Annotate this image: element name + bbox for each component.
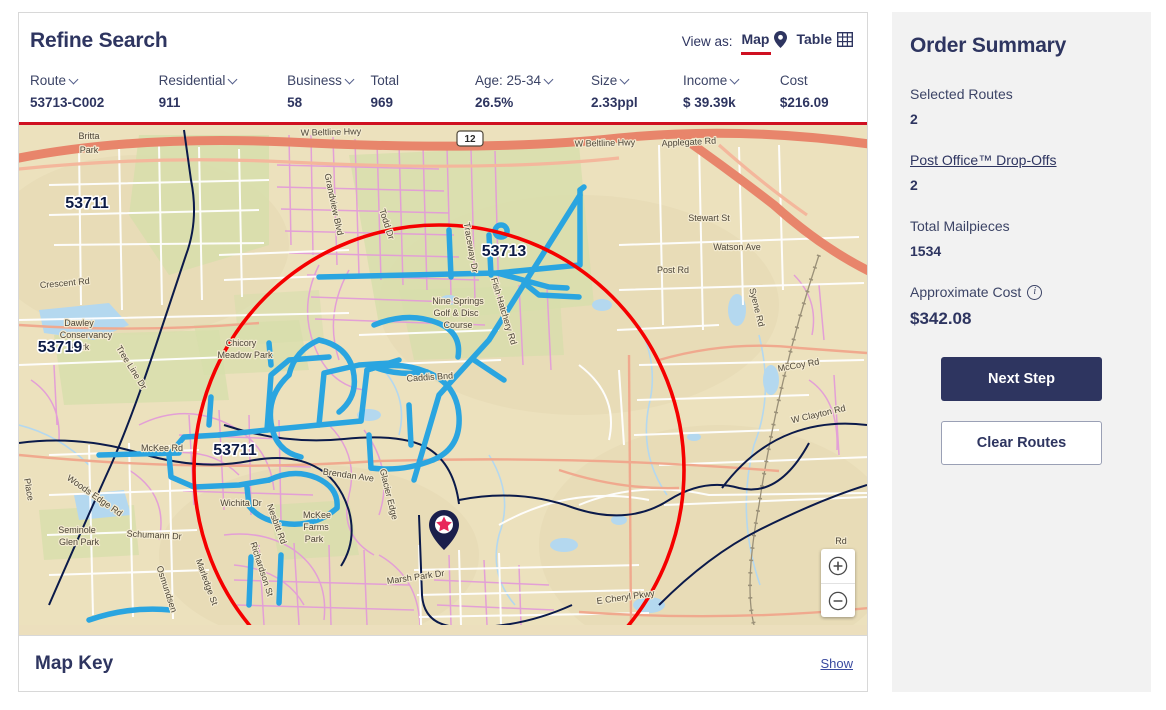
- summary-row-approximate-cost: Approximate Cost i $342.08: [910, 284, 1133, 329]
- minus-circle-icon: [828, 591, 848, 610]
- filter-route-text: Route: [30, 73, 67, 88]
- filter-route-value: 53713-C002: [30, 95, 105, 110]
- tab-table-label: Table: [796, 31, 832, 47]
- filter-residential-label: Residential: [159, 72, 274, 90]
- chevron-down-icon: [621, 76, 630, 85]
- filter-route-label: Route: [30, 72, 145, 90]
- filter-total-text: Total: [370, 73, 400, 88]
- chevron-down-icon: [545, 76, 554, 85]
- filter-total-label: Total: [370, 72, 461, 90]
- map-zoom-controls: [821, 549, 855, 617]
- zoom-out-button[interactable]: [821, 583, 855, 617]
- route-map[interactable]: .rl { font-family:"Liberation Sans", san…: [19, 125, 867, 635]
- view-as-label: View as:: [681, 33, 733, 49]
- total-mailpieces-label: Total Mailpieces: [910, 218, 1010, 234]
- filter-income-text: Income: [683, 73, 728, 88]
- filter-bar: Route 53713-C002 Residential 911 Busines…: [19, 69, 867, 125]
- filter-size-value: 2.33ppl: [591, 95, 638, 110]
- post-office-dropoffs-value: 2: [910, 177, 918, 193]
- filter-business-text: Business: [287, 73, 342, 88]
- map-canvas[interactable]: .rl { font-family:"Liberation Sans", san…: [19, 125, 867, 625]
- refine-search-card: Refine Search View as: Map Table Route 5…: [18, 12, 868, 692]
- filter-age-text: Age: 25-34: [474, 73, 542, 88]
- zoom-in-button[interactable]: [821, 549, 855, 583]
- filter-income-label: Income: [683, 72, 766, 90]
- chevron-down-icon: [229, 76, 238, 85]
- filter-size-text: Size: [591, 73, 618, 88]
- filter-residential-text: Residential: [158, 73, 226, 88]
- filter-business[interactable]: Business 58: [287, 72, 370, 112]
- view-as-switcher: View as: Map Table: [681, 30, 853, 55]
- plus-circle-icon: [828, 556, 848, 576]
- map-pin-icon: [774, 30, 788, 48]
- tab-table[interactable]: Table: [796, 31, 853, 51]
- order-summary-title: Order Summary: [910, 34, 1067, 57]
- filter-business-label: Business: [287, 72, 356, 90]
- selected-routes-label: Selected Routes: [910, 86, 1013, 102]
- filter-total: Total 969: [370, 72, 475, 112]
- svg-text:12: 12: [464, 134, 476, 145]
- filter-cost-value: $216.09: [779, 95, 829, 110]
- filter-residential[interactable]: Residential 911: [159, 72, 288, 112]
- approximate-cost-text: Approximate Cost: [910, 284, 1022, 300]
- filter-cost-label: Cost: [780, 72, 853, 90]
- selected-routes-value: 2: [910, 111, 918, 127]
- refine-search-column: Refine Search View as: Map Table Route 5…: [0, 0, 870, 710]
- next-step-button[interactable]: Next Step: [941, 357, 1102, 401]
- map-key-bar: Map Key Show: [19, 635, 867, 691]
- summary-row-drop-offs: Post Office™ Drop-Offs 2: [910, 152, 1133, 193]
- summary-row-total-mailpieces: Total Mailpieces 1534: [910, 218, 1133, 259]
- chevron-down-icon: [346, 76, 355, 85]
- order-summary-column: Order Summary Selected Routes 2 Post Off…: [870, 0, 1166, 710]
- order-summary-panel: Order Summary Selected Routes 2 Post Off…: [892, 12, 1151, 692]
- filter-business-value: 58: [287, 95, 303, 110]
- info-icon[interactable]: i: [1027, 284, 1043, 300]
- total-mailpieces-value: 1534: [910, 243, 942, 259]
- filter-age-value: 26.5%: [474, 95, 514, 110]
- map-pin-star-icon[interactable]: [429, 510, 459, 550]
- approximate-cost-value: $342.08: [910, 309, 972, 328]
- filter-size-label: Size: [591, 72, 669, 90]
- approximate-cost-label: Approximate Cost i: [910, 284, 1133, 300]
- tab-map[interactable]: Map: [741, 30, 788, 55]
- page-title: Refine Search: [30, 29, 168, 52]
- summary-row-selected-routes: Selected Routes 2: [910, 86, 1133, 127]
- post-office-dropoffs-link[interactable]: Post Office™ Drop-Offs: [910, 152, 1133, 168]
- chevron-down-icon: [70, 76, 79, 85]
- map-key-show-link[interactable]: Show: [820, 656, 853, 671]
- highway-shield-12: 12: [456, 130, 484, 147]
- tab-map-label: Map: [741, 31, 770, 47]
- filter-income-value: $ 39.39k: [683, 95, 736, 110]
- filter-size[interactable]: Size 2.33ppl: [591, 72, 683, 112]
- filter-residential-value: 911: [158, 95, 181, 110]
- filter-age-label: Age: 25-34: [475, 72, 577, 90]
- map-key-title: Map Key: [35, 652, 114, 674]
- filter-cost: Cost $216.09: [780, 72, 867, 112]
- filter-age[interactable]: Age: 25-34 26.5%: [475, 72, 591, 112]
- card-header: Refine Search View as: Map Table: [19, 13, 867, 69]
- chevron-down-icon: [731, 76, 740, 85]
- table-grid-icon: [837, 31, 853, 47]
- filter-route[interactable]: Route 53713-C002: [30, 72, 159, 112]
- filter-cost-text: Cost: [779, 73, 808, 88]
- filter-total-value: 969: [370, 95, 394, 110]
- clear-routes-button[interactable]: Clear Routes: [941, 421, 1102, 465]
- filter-income[interactable]: Income $ 39.39k: [683, 72, 780, 112]
- order-builder-page: Refine Search View as: Map Table Route 5…: [0, 0, 1166, 710]
